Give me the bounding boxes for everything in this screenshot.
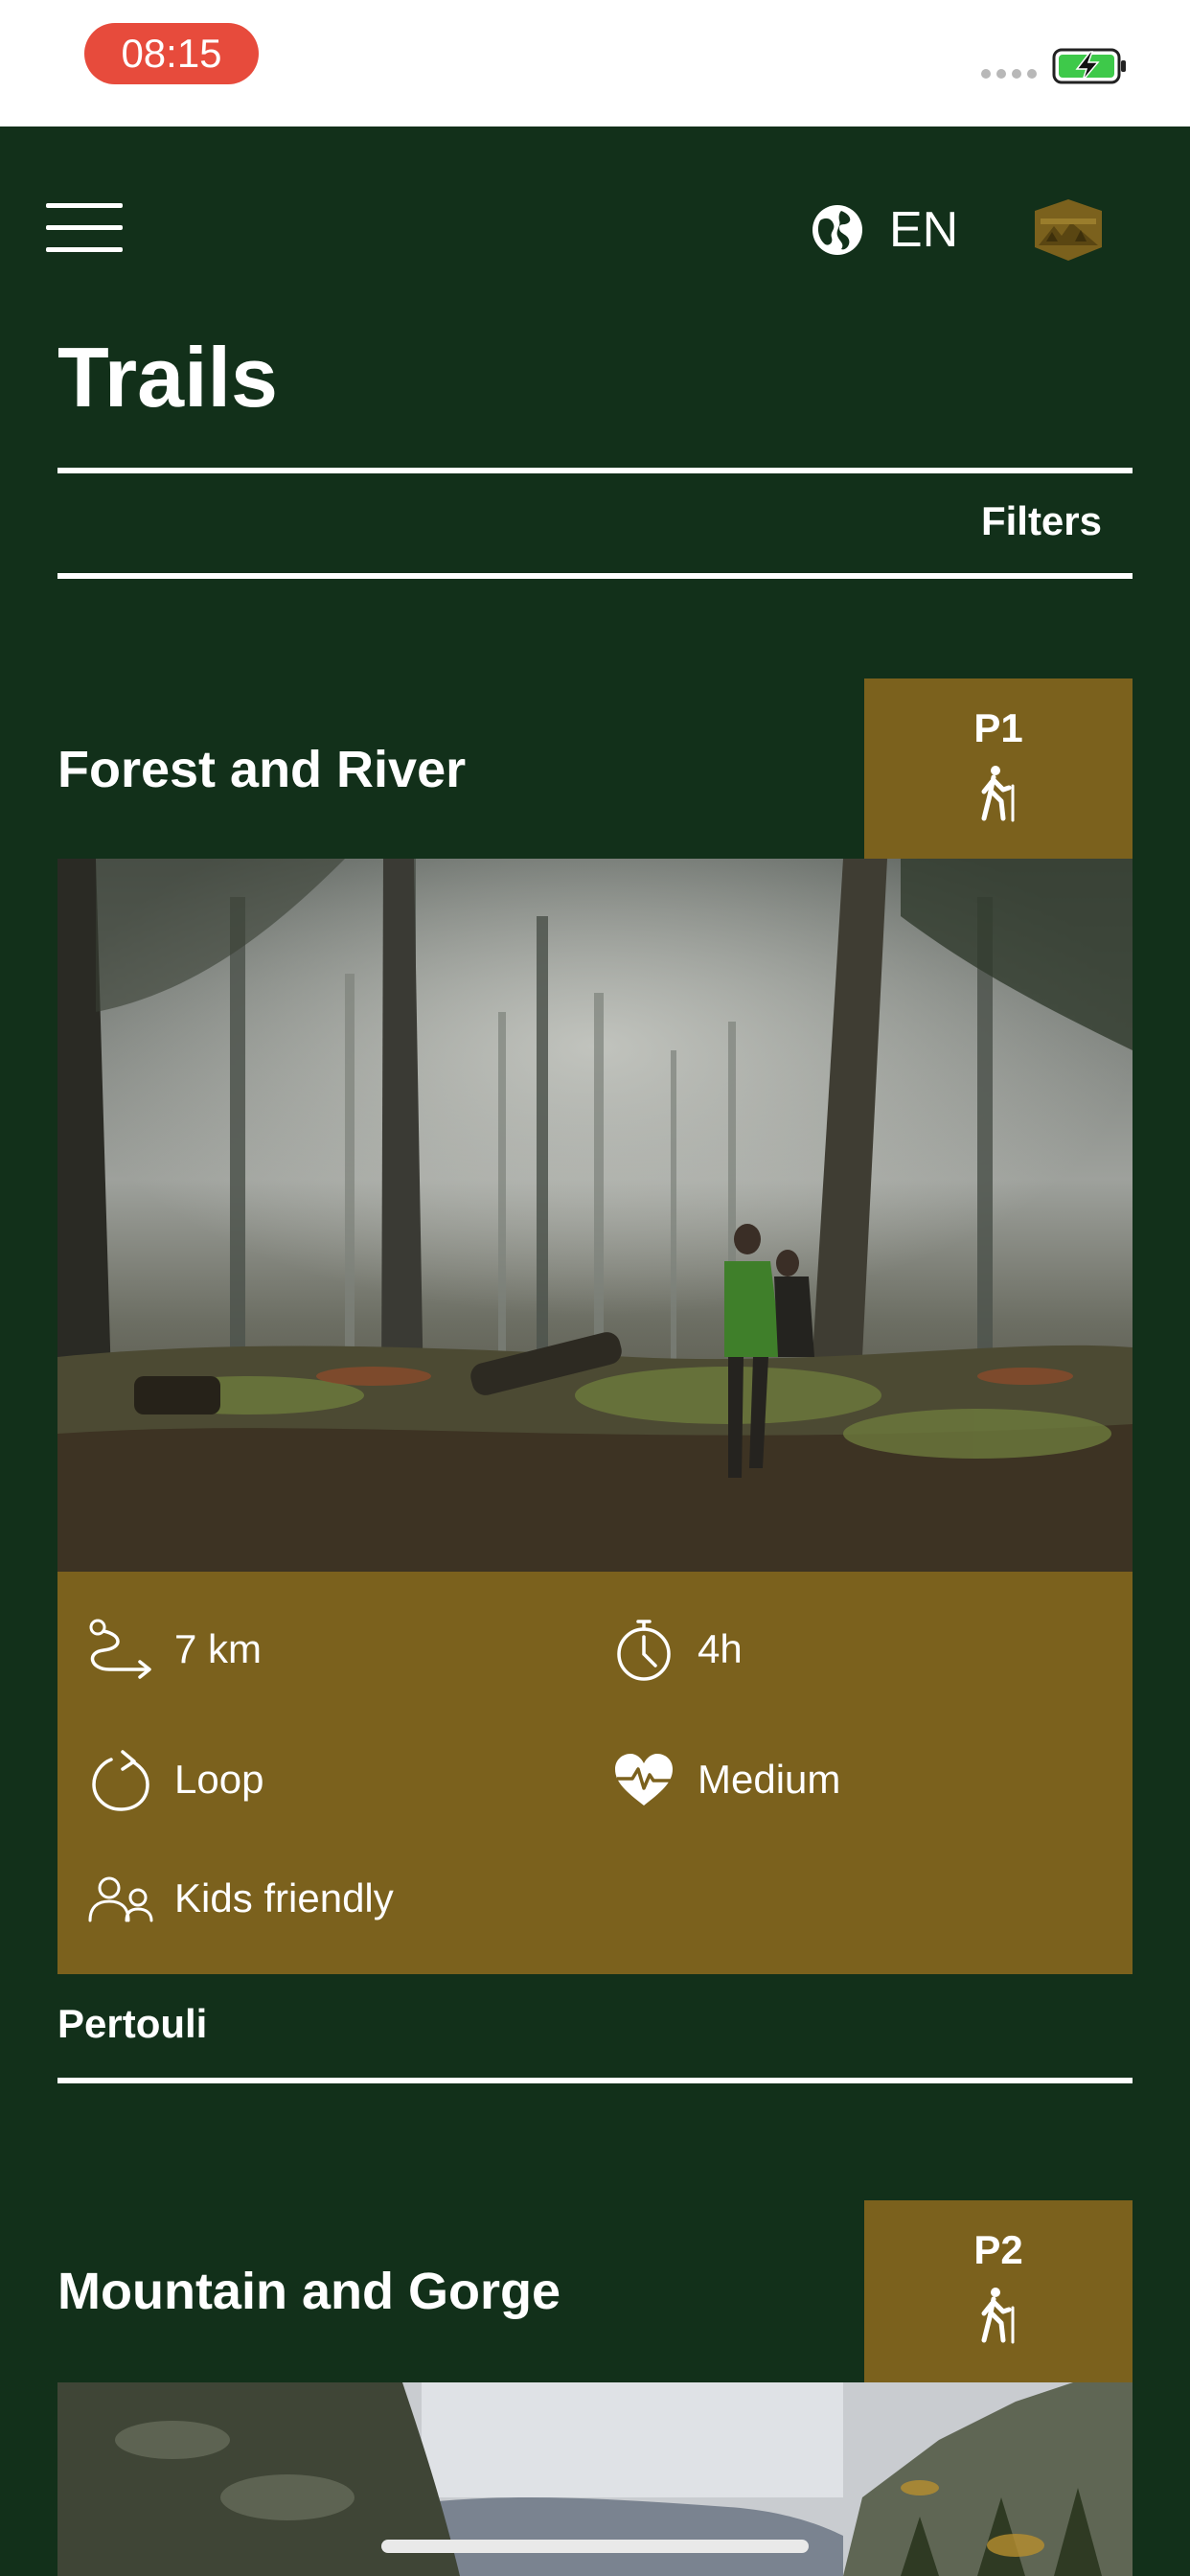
info-duration: 4h bbox=[607, 1616, 743, 1683]
divider-top bbox=[57, 468, 1133, 473]
loop-icon bbox=[92, 1750, 149, 1811]
trail-photo bbox=[57, 859, 1133, 1572]
hiker-icon bbox=[981, 766, 1015, 822]
status-time: 08:15 bbox=[84, 23, 259, 84]
forest-image bbox=[57, 859, 1133, 1572]
page-title: Trails bbox=[57, 330, 278, 425]
heartbeat-icon bbox=[615, 1754, 673, 1806]
menu-button[interactable] bbox=[46, 203, 123, 253]
trail-code: P1 bbox=[973, 705, 1023, 750]
menu-icon bbox=[46, 203, 123, 208]
trail-code-badge: P2 bbox=[864, 2200, 1133, 2382]
info-route-type: Loop bbox=[84, 1746, 263, 1813]
trail-name: Forest and River bbox=[57, 741, 467, 798]
signal-icon bbox=[981, 69, 1037, 79]
info-audience: Kids friendly bbox=[84, 1865, 394, 1932]
status-bar: 08:15 bbox=[0, 0, 1190, 126]
trail-divider bbox=[57, 2078, 1133, 2083]
people-icon bbox=[88, 1876, 153, 1922]
trail-code-badge: P1 bbox=[864, 678, 1133, 861]
difficulty-value: Medium bbox=[698, 1757, 841, 1802]
trail-info-panel: 7 km 4h Loop Medium Kids friendly bbox=[57, 1572, 1133, 1974]
trail-location: Pertouli bbox=[57, 2001, 208, 2046]
route-icon bbox=[89, 1619, 151, 1679]
trail-code: P2 bbox=[973, 2227, 1023, 2272]
trail-name: Mountain and Gorge bbox=[57, 2263, 561, 2320]
divider-filters bbox=[57, 573, 1133, 579]
hiker-icon bbox=[981, 2288, 1015, 2344]
info-distance: 7 km bbox=[84, 1616, 262, 1683]
pertouli-logo[interactable] bbox=[1033, 197, 1104, 263]
route-type-value: Loop bbox=[174, 1757, 264, 1802]
audience-value: Kids friendly bbox=[174, 1875, 394, 1920]
info-difficulty: Medium bbox=[607, 1746, 840, 1813]
language-selector[interactable]: EN bbox=[811, 201, 958, 259]
duration-value: 4h bbox=[698, 1626, 743, 1671]
home-indicator[interactable] bbox=[381, 2540, 809, 2553]
globe-icon bbox=[812, 205, 862, 255]
language-label: EN bbox=[889, 202, 959, 258]
filters-button[interactable]: Filters bbox=[981, 498, 1102, 544]
distance-value: 7 km bbox=[174, 1626, 263, 1671]
battery-charging-icon bbox=[1052, 48, 1126, 84]
stopwatch-icon bbox=[617, 1620, 671, 1681]
